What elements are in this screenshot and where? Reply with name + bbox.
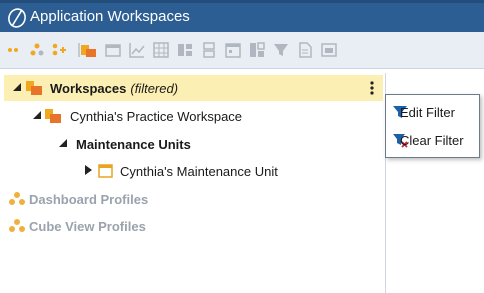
tree-item-label: Maintenance Units <box>76 137 191 152</box>
toolbar-separator <box>70 41 80 59</box>
create-profile-icon[interactable] <box>50 41 68 59</box>
filtered-indicator: (filtered) <box>130 81 179 96</box>
chart-icon[interactable] <box>128 41 146 59</box>
more-options-icon[interactable] <box>368 80 376 96</box>
tree-item-label: Cynthia's Practice Workspace <box>70 109 243 124</box>
table-icon[interactable] <box>176 41 194 59</box>
calendar-icon[interactable] <box>224 41 242 59</box>
expand-arrow-icon[interactable] <box>58 138 68 148</box>
dashboard-icon[interactable] <box>104 41 122 59</box>
clear-filter-menu-item[interactable]: Clear Filter <box>386 127 479 153</box>
window-title: Application Workspaces <box>30 8 190 25</box>
tree-item-label: Workspaces <box>50 81 127 96</box>
workspace-folder-icon <box>26 81 42 95</box>
expand-arrow-icon[interactable] <box>12 82 22 92</box>
columns-icon[interactable] <box>248 41 266 59</box>
workspace-folder-icon <box>45 109 61 123</box>
toolbar <box>0 32 484 69</box>
maintenance-unit-icon <box>98 164 113 178</box>
title-bar: Application Workspaces <box>0 0 484 32</box>
tree-item-label: Cube View Profiles <box>29 219 146 234</box>
create-group-icon[interactable] <box>28 41 46 59</box>
split-icon[interactable] <box>200 41 218 59</box>
edit-filter-menu-item[interactable]: Edit Filter <box>386 99 479 125</box>
document-icon[interactable] <box>296 41 314 59</box>
tree-item-label: Cynthia's Maintenance Unit <box>120 164 278 179</box>
tree-item-workspaces[interactable]: Workspaces (filtered) <box>4 75 383 101</box>
filter-context-menu: Edit Filter Clear Filter <box>385 94 480 158</box>
tree-item-label: Dashboard Profiles <box>29 192 149 207</box>
cube-view-profiles-icon <box>9 219 25 232</box>
workspace-tree: Workspaces (filtered) Cynthia's Practice … <box>0 73 386 293</box>
app-logo-icon <box>8 8 26 28</box>
dashboard-profiles-icon <box>9 192 25 205</box>
grid-icon[interactable] <box>152 41 170 59</box>
expand-arrow-icon[interactable] <box>32 110 42 120</box>
workspace-icon[interactable] <box>80 41 98 59</box>
filter-icon[interactable] <box>272 41 290 59</box>
collapse-arrow-icon[interactable] <box>84 165 94 175</box>
image-icon[interactable] <box>320 41 338 59</box>
dots-icon[interactable] <box>6 41 24 59</box>
